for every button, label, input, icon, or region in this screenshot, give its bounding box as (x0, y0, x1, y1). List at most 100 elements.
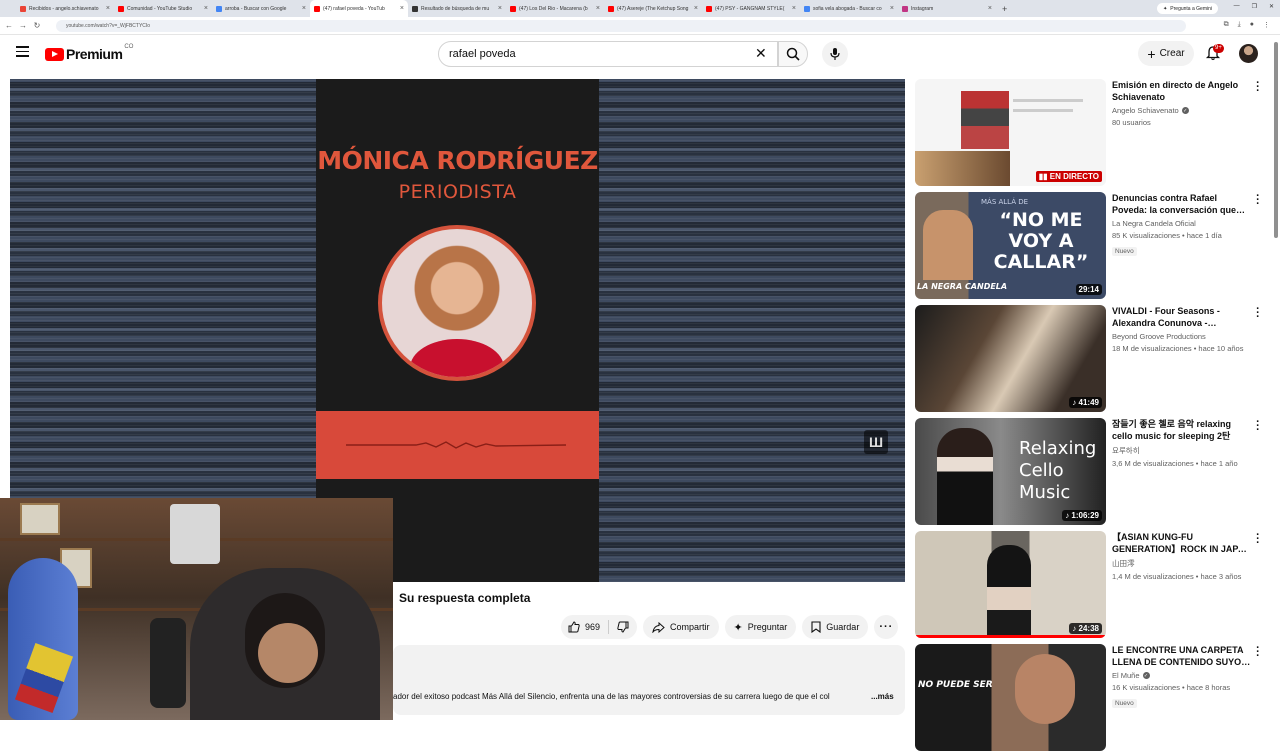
extensions-icon[interactable]: ⧉ (1224, 21, 1229, 29)
close-tab-icon[interactable]: × (694, 5, 698, 12)
recommendation-item[interactable]: ▮▮ EN DIRECTO Emisión en directo de Ange… (915, 78, 1270, 186)
gemini-icon: ✦ (1163, 5, 1168, 12)
recommendation-channel[interactable]: La Negra Candela Oficial (1112, 219, 1252, 228)
video-thumbnail[interactable]: ♪ 41:49 (915, 305, 1106, 412)
more-options-icon[interactable]: · · · (1255, 417, 1261, 436)
like-count: 969 (585, 622, 601, 632)
close-tab-icon[interactable]: × (302, 5, 306, 12)
minimize-icon[interactable]: — (1234, 3, 1240, 10)
browser-tab[interactable]: arroba - Buscar con Google × (212, 0, 310, 17)
browser-tab[interactable]: Recibidos - angelo.schiavenato × (16, 0, 114, 17)
like-button[interactable]: 969 (561, 620, 610, 634)
more-options-icon[interactable]: · · · (1255, 78, 1261, 97)
more-options-icon[interactable]: · · · (1255, 530, 1261, 549)
recommendation-title[interactable]: Denuncias contra Rafael Poveda: la conve… (1112, 192, 1252, 216)
channel-watermark-icon[interactable]: Ш (864, 430, 888, 454)
webcam-overlay (0, 498, 393, 720)
close-tab-icon[interactable]: × (400, 5, 404, 12)
share-button[interactable]: Compartir (643, 615, 719, 639)
browser-tab[interactable]: Resultado de búsqueda de mu × (408, 0, 506, 17)
tab-title: Recibidos - angelo.schiavenato (29, 5, 99, 12)
recommendation-channel[interactable]: Angelo Schiavenato ✓ (1112, 106, 1252, 115)
menu-icon[interactable]: ⋮ (1263, 21, 1270, 29)
more-actions-button[interactable]: ··· (874, 615, 899, 639)
account-avatar[interactable] (1239, 44, 1258, 63)
card-red-band (316, 411, 599, 479)
more-options-icon[interactable]: · · · (1255, 191, 1261, 210)
download-icon[interactable]: ⤓ (1238, 21, 1241, 29)
recommendation-item[interactable]: ♪ 24:38 【ASIAN KUNG-FU GENERATION】ROCK I… (915, 530, 1270, 638)
country-code: CO (124, 44, 134, 50)
close-tab-icon[interactable]: × (988, 5, 992, 12)
youtube-premium-logo[interactable]: Premium CO (45, 44, 134, 62)
recommendation-channel[interactable]: El Muñe ✓ (1112, 671, 1252, 680)
more-options-icon[interactable]: · · · (1255, 304, 1261, 323)
reload-icon[interactable]: ↻ (32, 21, 42, 30)
channel-name: 요루하히 (1112, 446, 1140, 455)
back-icon[interactable]: ← (4, 21, 14, 30)
save-label: Guardar (826, 622, 860, 632)
recommendation-channel[interactable]: Beyond Groove Productions (1112, 332, 1252, 341)
close-tab-icon[interactable]: × (890, 5, 894, 12)
channel-name: Angelo Schiavenato (1112, 106, 1179, 115)
new-tab-button[interactable]: + (1002, 4, 1007, 14)
browser-tab[interactable]: Instagram × (898, 0, 996, 17)
tab-title: (47) rafael poveda - YouTub (323, 5, 385, 12)
close-window-icon[interactable]: ✕ (1269, 3, 1274, 10)
recommendation-title[interactable]: VIVALDI - Four Seasons - Alexandra Conun… (1112, 305, 1252, 329)
search-input[interactable]: rafael poveda (438, 41, 778, 67)
page-scrollbar[interactable] (1274, 42, 1278, 238)
browser-tab[interactable]: (47) Los Del Rio - Macarena (b × (506, 0, 604, 17)
recommendation-title[interactable]: 잠들기 좋은 첼로 음악 relaxing cello music for sl… (1112, 418, 1252, 442)
close-tab-icon[interactable]: × (106, 5, 110, 12)
microphone-icon (830, 48, 840, 60)
browser-tab[interactable]: Comunidad - YouTube Studio × (114, 0, 212, 17)
create-button[interactable]: + Crear (1138, 41, 1194, 66)
video-thumbnail[interactable]: ▮▮ EN DIRECTO (915, 79, 1106, 186)
video-duration: ♪ 41:49 (1069, 397, 1102, 408)
dislike-button[interactable] (609, 615, 637, 639)
clear-search-icon[interactable]: ✕ (755, 45, 767, 62)
recommendation-channel[interactable]: 山田澪 (1112, 558, 1252, 569)
browser-tab-bar: Recibidos - angelo.schiavenato × Comunidad… (0, 0, 1280, 17)
live-label: EN DIRECTO (1049, 172, 1099, 181)
close-tab-icon[interactable]: × (596, 5, 600, 12)
gemini-button[interactable]: ✦ Pregunta a Gemini (1157, 3, 1218, 14)
recommendation-item[interactable]: NO PUEDE SER LE ENCONTRE UNA CARPETA LLE… (915, 643, 1270, 751)
maximize-icon[interactable]: ❐ (1252, 3, 1257, 10)
show-more-link[interactable]: ...más (871, 692, 894, 701)
recommendation-info: 잠들기 좋은 첼로 음악 relaxing cello music for sl… (1112, 418, 1252, 468)
video-thumbnail[interactable]: NO PUEDE SER (915, 644, 1106, 751)
save-button[interactable]: Guardar (802, 615, 869, 639)
recommendation-item[interactable]: Relaxing Cello Music ♪ 1:06:29 잠들기 좋은 첼로… (915, 417, 1270, 525)
recommendation-channel[interactable]: 요루하히 (1112, 445, 1252, 456)
search-button[interactable] (778, 41, 808, 67)
tab-favicon-icon (314, 5, 320, 12)
video-thumbnail[interactable]: ♪ 24:38 (915, 531, 1106, 638)
recommendation-item[interactable]: ♪ 41:49 VIVALDI - Four Seasons - Alexand… (915, 304, 1270, 412)
recommendation-title[interactable]: LE ENCONTRE UNA CARPETA LLENA DE CONTENI… (1112, 644, 1252, 668)
browser-tab[interactable]: sofia vela abogada - Buscar co × (800, 0, 898, 17)
voice-search-button[interactable] (822, 41, 848, 67)
recommendation-title[interactable]: Emisión en directo de Angelo Schiavenato (1112, 79, 1252, 103)
recommendation-item[interactable]: MÁS ALLÁ DE “NO ME VOY A CALLAR” LA NEGR… (915, 191, 1270, 299)
close-tab-icon[interactable]: × (498, 5, 502, 12)
tab-favicon-icon (804, 5, 810, 12)
ask-button[interactable]: ✦ Preguntar (724, 615, 797, 639)
close-tab-icon[interactable]: × (204, 5, 208, 12)
profile-icon[interactable]: ● (1250, 21, 1254, 29)
tab-title: (47) Los Del Rio - Macarena (b (519, 5, 588, 12)
browser-tab[interactable]: (47) PSY - GANGNAM STYLE(× (702, 0, 800, 17)
video-thumbnail[interactable]: MÁS ALLÁ DE “NO ME VOY A CALLAR” LA NEGR… (915, 192, 1106, 299)
description-box[interactable]: ador del exitoso podcast Más Allá del Si… (393, 645, 905, 715)
close-tab-icon[interactable]: × (792, 5, 796, 12)
more-options-icon[interactable]: · · · (1255, 643, 1261, 662)
recommendation-title[interactable]: 【ASIAN KUNG-FU GENERATION】ROCK IN JAPAN … (1112, 531, 1252, 555)
hamburger-menu-icon[interactable] (16, 46, 29, 57)
video-thumbnail[interactable]: Relaxing Cello Music ♪ 1:06:29 (915, 418, 1106, 525)
browser-tab[interactable]: (47) Asereje (The Ketchup Song × (604, 0, 702, 17)
browser-tab[interactable]: (47) rafael poveda - YouTub × (310, 0, 408, 17)
thumbnail-headline: NO PUEDE SER (918, 680, 993, 690)
url-field[interactable]: youtube.com/watch?v=_WjFBCTYCIo (56, 20, 1186, 32)
forward-icon[interactable]: → (18, 21, 28, 30)
